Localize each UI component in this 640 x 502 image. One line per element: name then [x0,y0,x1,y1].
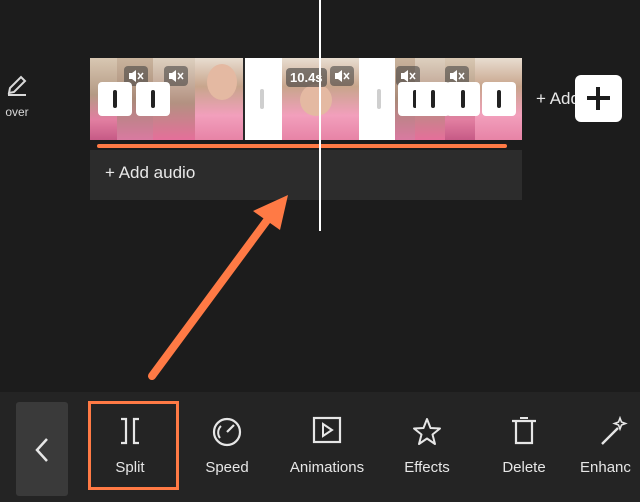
chevron-left-icon [35,438,48,462]
animations-label: Animations [289,459,365,476]
speed-tool[interactable]: Speed [190,392,264,502]
sparkle-star-icon [413,418,441,445]
enhance-label: Enhanc [580,459,631,476]
effects-tool[interactable]: Effects [390,392,464,502]
delete-label: Delete [502,459,546,476]
magic-wand-icon [600,416,628,445]
trash-icon [512,417,536,445]
play-square-icon [312,416,342,444]
back-button[interactable] [16,402,68,496]
effects-label: Effects [404,459,450,476]
animations-tool[interactable]: Animations [280,392,374,502]
delete-tool[interactable]: Delete [487,392,561,502]
enhance-tool[interactable]: Enhanc [575,392,640,502]
split-highlight-box [88,401,179,490]
speedometer-icon [212,417,242,447]
speed-label: Speed [205,459,249,476]
